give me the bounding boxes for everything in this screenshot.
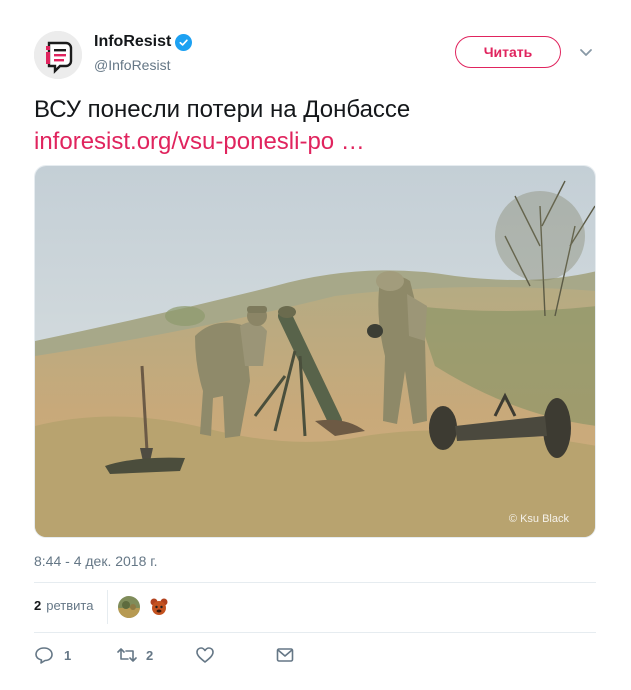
author-name-row[interactable]: InfoResist	[94, 33, 193, 51]
retweet-button[interactable]: 2	[116, 645, 153, 665]
retweets-count: 2	[34, 598, 42, 613]
like-button[interactable]	[195, 645, 215, 665]
verified-icon	[175, 33, 193, 51]
retweet-count: 2	[146, 647, 154, 663]
message-button[interactable]	[275, 645, 295, 665]
photo-illustration	[35, 166, 595, 537]
reply-button[interactable]: 1	[34, 645, 71, 665]
photo-credit: © Ksu Black	[508, 513, 569, 525]
author-name[interactable]: InfoResist	[94, 33, 171, 51]
divider	[34, 582, 596, 583]
reply-count: 1	[64, 647, 72, 663]
tweet-text: ВСУ понесли потери на Донбассе	[34, 96, 411, 123]
author-handle[interactable]: @InfoResist	[94, 57, 170, 73]
retweeter-avatar[interactable]	[118, 596, 140, 618]
retweet-icon	[116, 645, 138, 665]
chevron-down-icon[interactable]	[578, 44, 594, 60]
retweeter-avatar[interactable]	[148, 596, 170, 618]
tweet-timestamp[interactable]: 8:44 - 4 дек. 2018 г.	[34, 553, 158, 569]
like-icon	[195, 645, 215, 665]
tweet-photo[interactable]: © Ksu Black	[34, 165, 596, 538]
retweets-label: ретвита	[46, 598, 94, 613]
reply-icon	[34, 645, 54, 665]
divider	[34, 632, 596, 633]
message-icon	[275, 645, 295, 665]
follow-button[interactable]: Читать	[455, 36, 561, 68]
retweet-stats[interactable]: 2 ретвита	[34, 598, 93, 613]
author-avatar[interactable]	[34, 31, 82, 79]
stats-separator	[107, 590, 108, 624]
inforesist-logo	[34, 31, 82, 79]
tweet-link[interactable]: inforesist.org/vsu-ponesli-po …	[34, 126, 365, 158]
